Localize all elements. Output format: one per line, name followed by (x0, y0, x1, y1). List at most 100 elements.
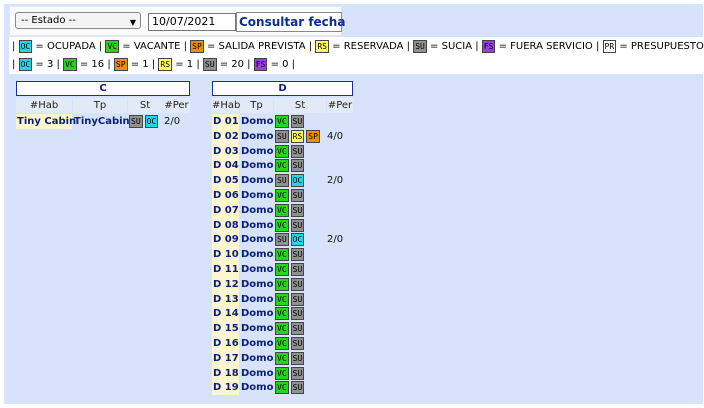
chevron-down-icon: ▼ (129, 18, 136, 27)
room-row[interactable]: D 19 Domo VC SU (212, 380, 353, 396)
date-input[interactable]: 10/07/2021 (148, 13, 236, 31)
date-filter-bar: -- Estado -- ▼ 10/07/2021 Consultar fech… (9, 6, 345, 36)
room-type: Domo (241, 160, 274, 172)
status-badge-oc: OC (290, 233, 305, 247)
status-badge-vc: VC (105, 39, 120, 53)
status-badge-su: SU (290, 115, 305, 128)
status-badge-su: SU (290, 351, 305, 365)
block-title: C (16, 81, 190, 96)
room-number[interactable]: D 17 (212, 350, 239, 366)
status-badge-vc: VC (275, 159, 289, 173)
legend-item-fs: FS = 0 (253, 57, 288, 71)
room-row[interactable]: D 08 Domo VC SU (212, 217, 353, 233)
room-type: Domo (241, 116, 274, 127)
room-number[interactable]: D 16 (212, 336, 239, 351)
room-status: VC SU (275, 277, 306, 292)
room-type: Domo (241, 219, 274, 231)
header-hab: #Hab (212, 98, 241, 113)
status-badge-su: SU (202, 57, 217, 71)
legend-item-sp: SP = SALIDA PREVISTA (190, 39, 306, 53)
room-status: SU RS SP (275, 129, 322, 144)
legend-label: = RESERVADA (332, 41, 404, 52)
room-status: VC SU (275, 262, 306, 277)
room-status: VC SU (275, 203, 306, 218)
status-badge-vc: VC (275, 263, 289, 276)
room-number[interactable]: D 09 (212, 232, 239, 248)
status-badge-su: SU (275, 174, 289, 188)
room-number[interactable]: D 03 (212, 143, 239, 159)
legend-item-vc: VC = VACANTE (105, 39, 180, 53)
room-row[interactable]: D 02 Domo SU RS SP 4/0 (212, 128, 353, 144)
room-status: VC SU (275, 336, 306, 351)
room-number[interactable]: D 19 (212, 380, 239, 396)
room-number[interactable]: D 06 (212, 188, 239, 203)
room-row[interactable]: D 07 Domo VC SU (212, 202, 353, 218)
room-number[interactable]: D 01 (212, 114, 239, 129)
status-badge-su: SU (290, 337, 305, 350)
legend-item-oc: OC = 3 (18, 57, 53, 71)
room-number[interactable]: D 04 (212, 158, 239, 174)
room-number[interactable]: D 05 (212, 173, 239, 189)
room-type: Domo (241, 323, 274, 335)
room-number[interactable]: D 13 (212, 291, 239, 307)
status-badge-su: SU (290, 263, 305, 276)
room-row[interactable]: D 11 Domo VC SU (212, 262, 353, 277)
room-number[interactable]: D 02 (212, 128, 239, 144)
status-badge-sp: SP (113, 57, 128, 71)
room-status: VC SU (275, 321, 306, 336)
room-number[interactable]: D 15 (212, 321, 239, 337)
room-number[interactable]: D 07 (212, 202, 239, 218)
status-badge-vc: VC (275, 218, 289, 232)
room-row[interactable]: D 10 Domo VC SU (212, 247, 353, 263)
room-number[interactable]: D 14 (212, 306, 239, 322)
separator: | (148, 59, 159, 70)
status-badge-rs: RS (158, 57, 173, 71)
room-row[interactable]: D 17 Domo VC SU (212, 350, 353, 366)
room-status: VC SU (275, 292, 306, 307)
room-row[interactable]: D 01 Domo VC SU (212, 114, 353, 129)
room-row[interactable]: D 06 Domo VC SU (212, 188, 353, 203)
room-status: VC SU (275, 144, 306, 159)
header-st: St (274, 98, 326, 113)
separator: | (95, 41, 106, 52)
room-row[interactable]: Tiny Cabin TinyCabin SU OC 2/0 (16, 114, 190, 129)
consult-date-button[interactable]: Consultar fecha (236, 12, 345, 32)
room-persons: 2/0 (164, 116, 181, 127)
separator: | (53, 59, 64, 70)
main-panel: -- Estado -- ▼ 10/07/2021 Consultar fech… (4, 4, 704, 404)
room-number[interactable]: Tiny Cabin (16, 114, 76, 129)
legend-item-rs: RS = RESERVADA (315, 39, 404, 53)
room-type: Domo (241, 249, 274, 261)
room-status: VC SU (275, 366, 306, 381)
room-row[interactable]: D 03 Domo VC SU (212, 143, 353, 159)
room-row[interactable]: D 15 Domo VC SU (212, 321, 353, 337)
legend-item-sp: SP = 1 (113, 57, 149, 71)
status-badge-sp: SP (190, 39, 204, 53)
room-status: SU OC (275, 173, 306, 188)
room-number[interactable]: D 11 (212, 262, 239, 277)
room-row[interactable]: D 18 Domo VC SU (212, 365, 353, 381)
room-row[interactable]: D 12 Domo VC SU (212, 276, 353, 292)
room-number[interactable]: D 08 (212, 217, 239, 233)
status-badge-su: SU (275, 129, 289, 143)
room-number[interactable]: D 10 (212, 247, 239, 263)
status-badge-oc: OC (144, 115, 159, 128)
room-row[interactable]: D 16 Domo VC SU (212, 336, 353, 351)
legend-item-vc: VC = 16 (63, 57, 104, 71)
state-select[interactable]: -- Estado -- ▼ (15, 12, 141, 29)
status-badge-su: SU (290, 159, 305, 173)
room-status: VC SU (275, 247, 306, 262)
room-row[interactable]: D 13 Domo VC SU (212, 291, 353, 307)
legend-item-su: SU = 20 (202, 57, 244, 71)
room-row[interactable]: D 05 Domo SU OC 2/0 (212, 173, 353, 189)
room-row[interactable]: D 09 Domo SU OC 2/0 (212, 232, 353, 248)
separator: | (403, 41, 414, 52)
header-tp: Tp (240, 98, 273, 113)
legend-item-su: SU = SUCIA (413, 39, 472, 53)
room-number[interactable]: D 12 (212, 276, 239, 292)
room-number[interactable]: D 18 (212, 365, 239, 381)
status-badge-rs: RS (290, 129, 305, 143)
status-badge-sp: SP (306, 129, 320, 143)
room-row[interactable]: D 04 Domo VC SU (212, 158, 353, 174)
room-row[interactable]: D 14 Domo VC SU (212, 306, 353, 322)
